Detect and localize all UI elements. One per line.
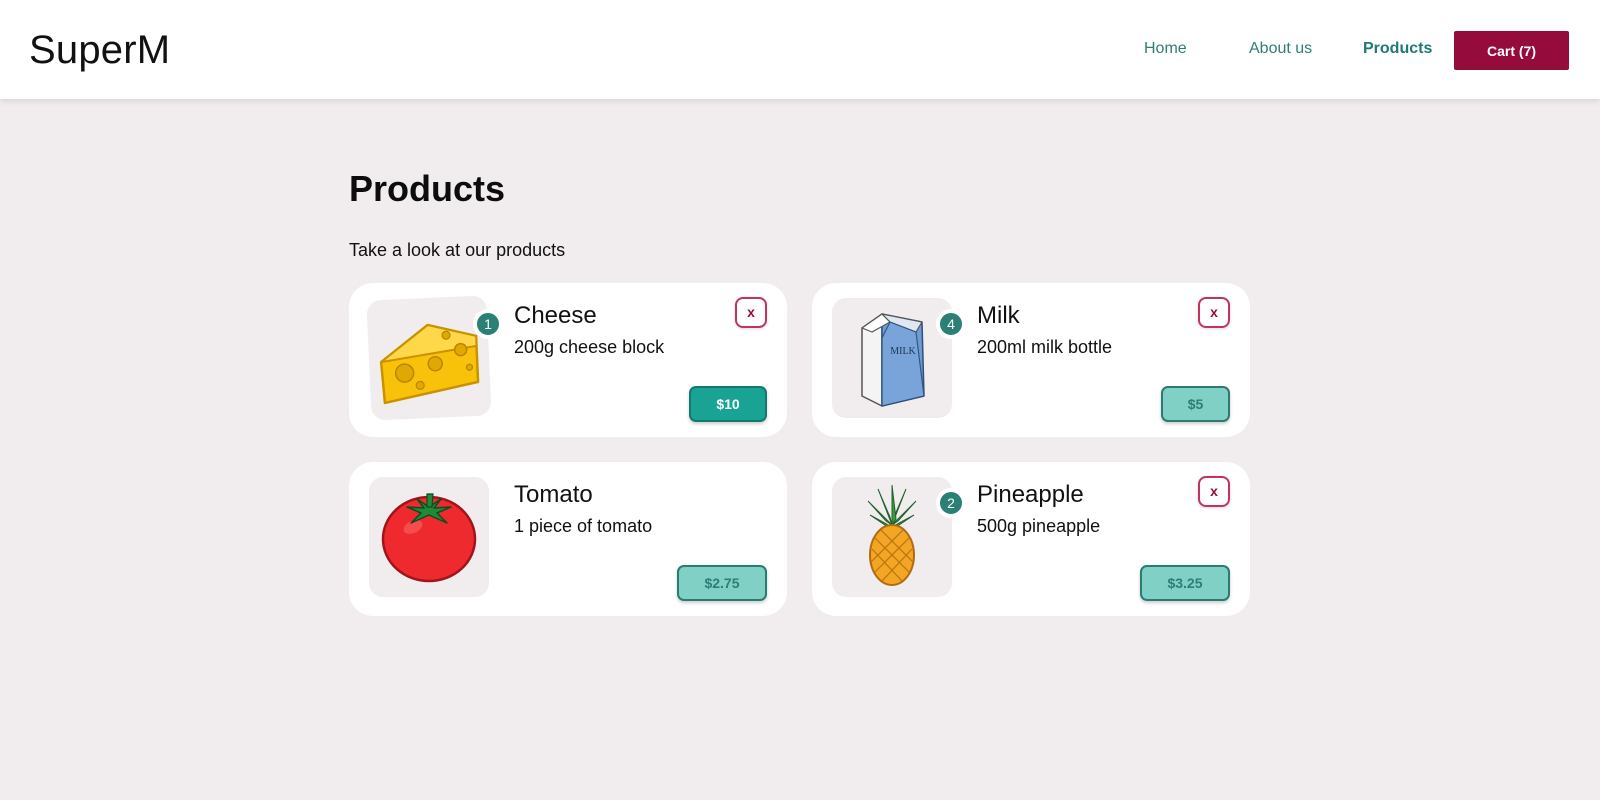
navbar: SuperM Home About us Products Cart (7) (0, 0, 1600, 99)
product-card-pineapple: 2 Pineapple 500g pineapple x $3.25 (812, 462, 1250, 616)
product-card-milk: MILK 4 Milk 200ml milk bottle x $5 (812, 283, 1250, 437)
product-description: 200ml milk bottle (977, 337, 1113, 357)
price-button[interactable]: $10 (689, 386, 767, 422)
price-button[interactable]: $5 (1161, 386, 1230, 422)
nav-link-products[interactable]: Products (1363, 40, 1432, 58)
price-button[interactable]: $2.75 (677, 565, 767, 601)
product-description: 200g cheese block (514, 337, 665, 357)
cart-button[interactable]: Cart (7) (1454, 31, 1569, 70)
page-subtitle: Take a look at our products (349, 240, 566, 260)
svg-text:MILK: MILK (890, 346, 916, 357)
quantity-badge: 4 (936, 309, 966, 339)
product-card-tomato: Tomato 1 piece of tomato $2.75 (349, 462, 787, 616)
product-description: 500g pineapple (977, 516, 1101, 536)
milk-image: MILK (832, 298, 952, 418)
remove-button[interactable]: x (1198, 297, 1230, 328)
product-card-cheese: 1 Cheese 200g cheese block x $10 (349, 283, 787, 437)
nav-link-home[interactable]: Home (1144, 40, 1187, 58)
brand-logo[interactable]: SuperM (29, 28, 170, 73)
price-button[interactable]: $3.25 (1140, 565, 1230, 601)
page-title: Products (349, 168, 506, 209)
cheese-image (366, 295, 492, 421)
product-name: Milk (977, 302, 1020, 329)
product-description: 1 piece of tomato (514, 516, 653, 536)
product-name: Pineapple (977, 481, 1084, 508)
pineapple-image (832, 477, 952, 597)
remove-button[interactable]: x (1198, 476, 1230, 507)
product-name: Cheese (514, 302, 597, 329)
remove-button[interactable]: x (735, 297, 767, 328)
quantity-badge: 1 (473, 309, 503, 339)
nav-link-about[interactable]: About us (1249, 40, 1312, 58)
product-name: Tomato (514, 481, 593, 508)
tomato-image (369, 477, 489, 597)
quantity-badge: 2 (936, 488, 966, 518)
